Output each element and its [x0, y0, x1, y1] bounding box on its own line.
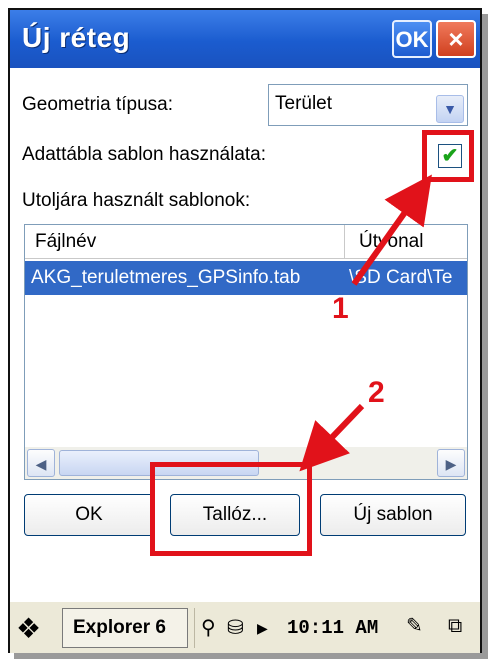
system-tray: ⚲ ⛁ ▶ 10:11 AM: [194, 608, 401, 648]
search-icon[interactable]: ⚲: [201, 616, 216, 640]
annotation-number-2: 2: [368, 376, 385, 409]
annotation-number-1: 1: [332, 292, 349, 325]
arrow-2-icon: [299, 403, 365, 472]
input-panel-icon[interactable]: ✎: [406, 614, 423, 638]
clock[interactable]: 10:11 AM: [287, 608, 378, 648]
taskbar-explorer-button[interactable]: Explorer 6: [62, 608, 188, 648]
tray-expand-icon[interactable]: ▶: [257, 616, 268, 640]
window-switch-icon[interactable]: ⧉: [448, 614, 462, 638]
arrow-1-icon: [351, 174, 432, 286]
windows-start-icon[interactable]: ❖: [16, 612, 41, 645]
network-icon[interactable]: ⛁: [227, 616, 244, 640]
dialog-window: Új réteg OK × Geometria típusa: Terület …: [8, 8, 482, 653]
annotation-arrows: [299, 174, 432, 472]
taskbar: ❖ Explorer 6 ⚲ ⛁ ▶ 10:11 AM ✎ ⧉: [10, 600, 480, 653]
